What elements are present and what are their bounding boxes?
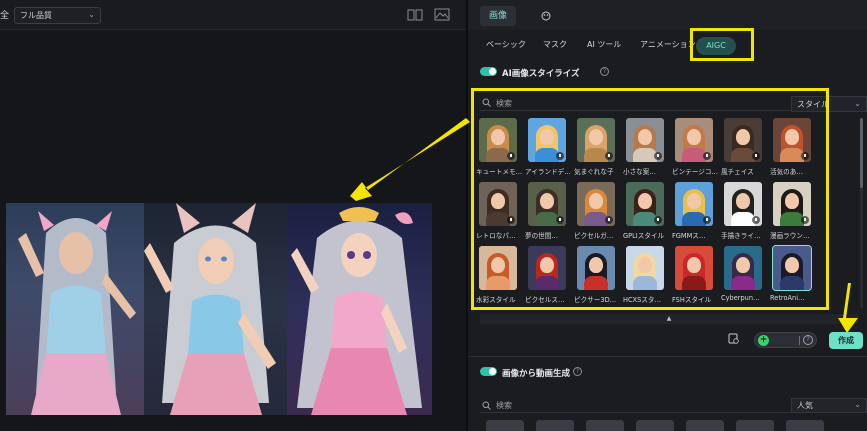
quality-value: フル品質 (20, 11, 52, 20)
tab-image[interactable]: 画像 (480, 6, 516, 26)
ai-stylize-section-header: AI画像スタイライズ ? (468, 62, 867, 82)
ai-stylize-toggle[interactable] (480, 67, 497, 76)
preview-panel-illustration (144, 203, 287, 415)
app-window: 全 フル品質 ⌄ 画像 ベーシック マスク AI ツール アニメーション AIG… (0, 0, 867, 431)
video-template-thumb[interactable] (586, 420, 624, 431)
preview-panel-original (6, 203, 144, 415)
style-grid-scrollbar[interactable] (860, 118, 863, 308)
create-button[interactable]: 作成 (829, 332, 863, 349)
chevron-down-icon: ⌄ (854, 400, 861, 409)
style-grid-highlight (471, 88, 829, 310)
scrollbar-thumb[interactable] (860, 118, 863, 188)
image-to-video-toggle[interactable] (480, 367, 497, 376)
video-search-input[interactable]: 検索 (480, 399, 792, 413)
preview-toolbar: 全 フル品質 ⌄ (0, 0, 466, 30)
separator (799, 336, 800, 345)
snapshot-icon[interactable] (434, 8, 450, 21)
preview-panel-anime (287, 203, 432, 415)
video-template-thumb[interactable] (486, 420, 524, 431)
sort-value: 人気 (797, 401, 813, 410)
ai-stylize-title: AI画像スタイライズ (502, 69, 580, 79)
add-credit-icon[interactable]: + (758, 335, 769, 346)
credit-balance[interactable]: + ? (754, 332, 817, 348)
aigc-tab-highlight (690, 28, 754, 61)
help-icon[interactable]: ? (803, 335, 813, 345)
toolbar-label: 全 (0, 11, 10, 21)
help-icon[interactable]: ? (600, 67, 609, 76)
tab-basic[interactable]: ベーシック (486, 39, 526, 50)
video-template-row (480, 420, 860, 431)
palette-icon[interactable] (541, 11, 551, 21)
image-to-video-title: 画像から動画生成 (502, 369, 571, 379)
video-template-thumb[interactable] (636, 420, 674, 431)
property-panel: 画像 ベーシック マスク AI ツール アニメーション AIGC AI画像スタイ… (468, 0, 867, 431)
tab-ai-tool[interactable]: AI ツール (587, 39, 621, 50)
sub-tabs: ベーシック マスク AI ツール アニメーション AIGC (468, 32, 867, 58)
video-template-thumb[interactable] (786, 420, 824, 431)
help-icon[interactable]: ? (573, 367, 582, 376)
original-photo-illustration (18, 211, 136, 415)
search-placeholder: 検索 (496, 401, 512, 410)
style-preview-strip (6, 203, 432, 415)
chevron-up-icon: ▲ (666, 315, 672, 322)
tab-mask[interactable]: マスク (543, 39, 567, 50)
video-template-thumb[interactable] (686, 420, 724, 431)
video-sort-select[interactable]: 人気 ⌄ (791, 398, 867, 413)
anime-style-illustration (291, 207, 422, 415)
preview-area: 全 フル品質 ⌄ (0, 0, 466, 431)
chevron-down-icon: ⌄ (854, 99, 861, 108)
split-view-icon[interactable] (407, 9, 423, 21)
video-template-thumb[interactable] (536, 420, 574, 431)
collapse-button[interactable]: ▲ (480, 314, 858, 324)
search-icon (482, 401, 491, 410)
image-to-video-section-header: 画像から動画生成 ? (468, 364, 867, 380)
video-template-thumb[interactable] (736, 420, 774, 431)
credit-icon[interactable] (728, 333, 739, 344)
quality-select[interactable]: フル品質 ⌄ (14, 7, 101, 24)
top-tabs: 画像 (468, 0, 867, 30)
illustration-style-illustration (144, 203, 276, 415)
section-divider (468, 356, 867, 357)
tab-animation[interactable]: アニメーション (640, 39, 696, 50)
chevron-down-icon: ⌄ (88, 10, 95, 19)
